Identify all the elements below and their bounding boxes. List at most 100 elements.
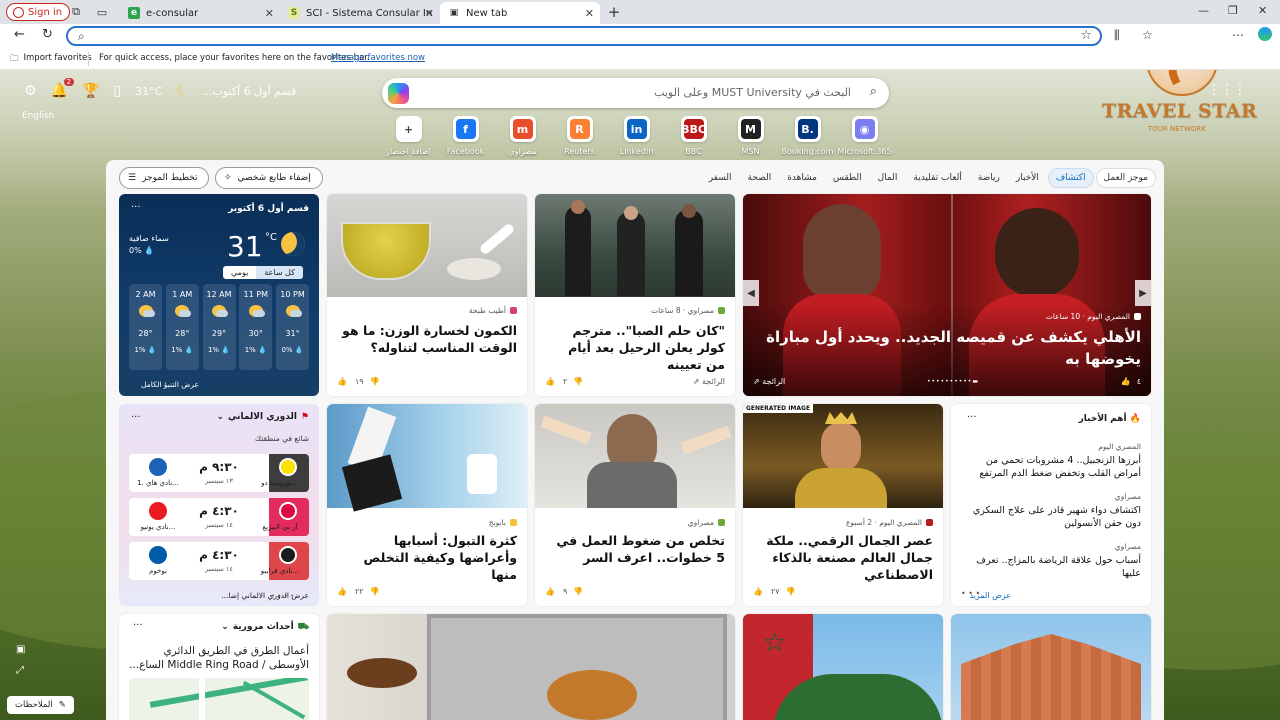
carousel-dots[interactable]: ••••••••••▬ (927, 378, 979, 385)
more-menu-icon[interactable]: ⋯ (1232, 28, 1244, 42)
feed-tab[interactable]: موجز العمل (1095, 168, 1156, 188)
card-headline[interactable]: كثرة التبول: أسبابها وأعراضها وكيفية الت… (337, 532, 517, 583)
league-footer-link[interactable]: عرض الدوري الالماني إضا... (221, 591, 309, 600)
top-story-item[interactable]: مصراوي أسباب حول علاقة الرياضة بالمزاج..… (961, 542, 1141, 580)
favorite-star-icon[interactable]: ☆ (1080, 28, 1092, 43)
workspaces-icon[interactable]: ⧉ (68, 4, 84, 20)
dislike-icon[interactable]: 👎 (573, 587, 583, 596)
quick-link[interactable]: m مصراوي (494, 116, 551, 156)
split-screen-icon[interactable]: ⫼ (1114, 28, 1120, 43)
news-card[interactable]: ☆ (743, 614, 943, 720)
rewards-icon[interactable]: 🏆 (82, 83, 99, 99)
hero-headline[interactable]: الأهلي يكشف عن قميصه الجديد.. ويحدد أول … (753, 326, 1141, 370)
carousel-next-icon[interactable]: ▶ (1135, 280, 1151, 306)
chevron-down-icon[interactable]: ⌄ (221, 622, 229, 633)
quick-link[interactable]: + إضافة اختصار (380, 116, 437, 156)
feed-tab[interactable]: مشاهدة (780, 169, 824, 187)
more-options-icon[interactable]: ··· (131, 412, 141, 423)
minimize-icon[interactable]: — (1198, 4, 1209, 17)
feed-tab[interactable]: اكتشاف (1047, 168, 1094, 188)
more-options-icon[interactable]: ··· (131, 202, 141, 213)
temperature-readout[interactable]: 31°C (135, 85, 162, 98)
like-icon[interactable]: 👍 (337, 587, 347, 596)
news-card[interactable] (951, 614, 1151, 720)
match-row[interactable]: آر بي لايبزيغ ٤:٣٠ م ١٤ سبتمبر نادي يوني… (129, 498, 309, 536)
card-headline[interactable]: الكمون لخسارة الوزن: ما هو الوقت المناسب… (337, 322, 517, 356)
feed-tab[interactable]: الطقس (826, 169, 869, 187)
card-headline[interactable]: تخلص من ضغوط العمل في 5 خطوات.. اعرف الس… (545, 532, 725, 566)
dislike-icon[interactable]: 👎 (370, 377, 380, 386)
hero-news-card[interactable]: ◀ ▶ المصري اليوم · 10 ساعات الأهلي يكشف … (743, 194, 1151, 396)
league-title[interactable]: ⚑ الدوري الالماني ⌄ (216, 412, 309, 422)
like-icon[interactable]: 👍 (1121, 377, 1131, 386)
close-tab-icon[interactable]: ✕ (265, 7, 274, 20)
language-label[interactable]: English (22, 111, 55, 121)
league-card[interactable]: ⚑ الدوري الالماني ⌄ ··· شائع في منطقتك ب… (119, 404, 319, 606)
traffic-map[interactable] (129, 678, 309, 720)
like-icon[interactable]: 👍 (753, 587, 763, 596)
feed-tab[interactable]: ألعاب تقليدية (906, 169, 968, 187)
news-card[interactable]: أطيب طبخة الكمون لخسارة الوزن: ما هو الو… (327, 194, 527, 396)
feed-tab[interactable]: الصحة (741, 169, 779, 187)
dislike-icon[interactable]: 👎 (573, 377, 583, 386)
expand-icon[interactable]: ⤢ (16, 665, 25, 676)
close-tab-icon[interactable]: ✕ (585, 7, 594, 20)
quick-link[interactable]: M MSN (722, 116, 779, 156)
hour-forecast[interactable]: 2 AM 28° 1% 💧 (129, 284, 162, 370)
close-window-icon[interactable]: ✕ (1258, 4, 1267, 17)
new-tab-plus-icon[interactable]: + (606, 3, 622, 21)
like-icon[interactable]: 👍 (337, 377, 347, 386)
top-story-item[interactable]: مصراوي اكتشاف دواء شهير قادر على علاج ال… (961, 492, 1141, 530)
dislike-icon[interactable]: 👎 (370, 587, 380, 596)
quick-link[interactable]: in LinkedIn (608, 116, 665, 156)
show-more-link[interactable]: عرض المزيد (969, 591, 1011, 600)
import-favorites-button[interactable]: 🗀 Import favorites (10, 53, 92, 67)
feed-tab[interactable]: السفر (702, 169, 739, 187)
news-card[interactable]: مصراوي تخلص من ضغوط العمل في 5 خطوات.. ا… (535, 404, 735, 606)
quick-link[interactable]: B. Booking.com (779, 116, 836, 156)
carousel-prev-icon[interactable]: ◀ (743, 280, 759, 306)
weather-location-date[interactable]: قسم أول 6 أكتوبر (228, 204, 309, 214)
settings-icon[interactable]: ⚙ (24, 83, 37, 99)
card-headline[interactable]: "كان حلم الصبا".. مترجم كولر يعلن الرحيل… (545, 322, 725, 373)
copilot-icon[interactable] (388, 83, 409, 104)
feed-tab[interactable]: الأخبار (1009, 169, 1046, 187)
tab-actions-icon[interactable]: ▭ (94, 4, 110, 20)
full-forecast-link[interactable]: عرض التنبؤ الكامل (141, 380, 199, 389)
refresh-icon[interactable]: ↻ (42, 27, 53, 42)
quick-link[interactable]: ◉ Microsoft 365 (836, 116, 893, 156)
sign-in-button[interactable]: Sign in (6, 3, 71, 21)
traffic-headline[interactable]: أعمال الطرق في الطريق الدائري الأوسطى / … (129, 644, 309, 672)
news-card[interactable]: مصراوي · 8 ساعات "كان حلم الصبا".. مترجم… (535, 194, 735, 396)
feed-tab[interactable]: رياضة (971, 169, 1007, 187)
match-row[interactable]: بوروسيا دو... ٩:٣٠ م ١٣ سبتمبر 1. نادي ه… (129, 454, 309, 492)
quick-link[interactable]: BBC BBC (665, 116, 722, 156)
notifications-icon[interactable]: 🔔 2 (51, 78, 74, 99)
manage-favorites-link[interactable]: Manage favorites now (331, 53, 425, 63)
like-icon[interactable]: 👍 (545, 377, 555, 386)
phone-icon[interactable]: ▯ (113, 83, 121, 99)
traffic-title[interactable]: ⛟ أحداث مرورية ⌄ (221, 622, 309, 633)
weather-card[interactable]: ··· قسم أول 6 أكتوبر °C 31 سماء صافية 0%… (119, 194, 319, 396)
toggle-hourly[interactable]: كل ساعة (256, 266, 303, 279)
tab-e-consular[interactable]: e e-consular ✕ (120, 2, 280, 24)
quick-link[interactable]: R Reuters (551, 116, 608, 156)
hour-forecast[interactable]: 11 PM 30° 1% 💧 (239, 284, 273, 370)
dislike-icon[interactable]: 👎 (786, 587, 796, 596)
traffic-card[interactable]: ⛟ أحداث مرورية ⌄ ··· أعمال الطرق في الطر… (119, 614, 319, 720)
card-headline[interactable]: عصر الجمال الرقمي.. ملكة جمال العالم مصن… (753, 532, 933, 583)
top-story-item[interactable]: المصري اليوم أبرزها الزنجبيل.. 4 مشروبات… (961, 442, 1141, 480)
hour-forecast[interactable]: 12 AM 29° 1% 💧 (202, 284, 236, 370)
copilot-icon[interactable] (1258, 27, 1272, 41)
quick-link[interactable]: f Facebook (437, 116, 494, 156)
more-options-icon[interactable]: ··· (967, 412, 977, 423)
notes-button[interactable]: الملاحظات ✎ (7, 696, 74, 714)
like-icon[interactable]: 👍 (545, 587, 555, 596)
more-options-icon[interactable]: ··· (133, 620, 143, 631)
tab-sci[interactable]: S SCI - Sistema Consular Integrado ✕ (280, 2, 440, 24)
match-row[interactable]: نادي فرايبو... ٤:٣٠ م ١٤ سبتمبر بوخوم (129, 542, 309, 580)
back-icon[interactable]: ← (14, 27, 25, 42)
address-bar[interactable]: ⌕ ☆ (66, 26, 1102, 46)
personalize-button[interactable]: ✧ إضفاء طابع شخصي (215, 167, 323, 189)
news-card[interactable]: GENERATED IMAGE المصري اليوم · 2 أسبوع ع… (743, 404, 943, 606)
